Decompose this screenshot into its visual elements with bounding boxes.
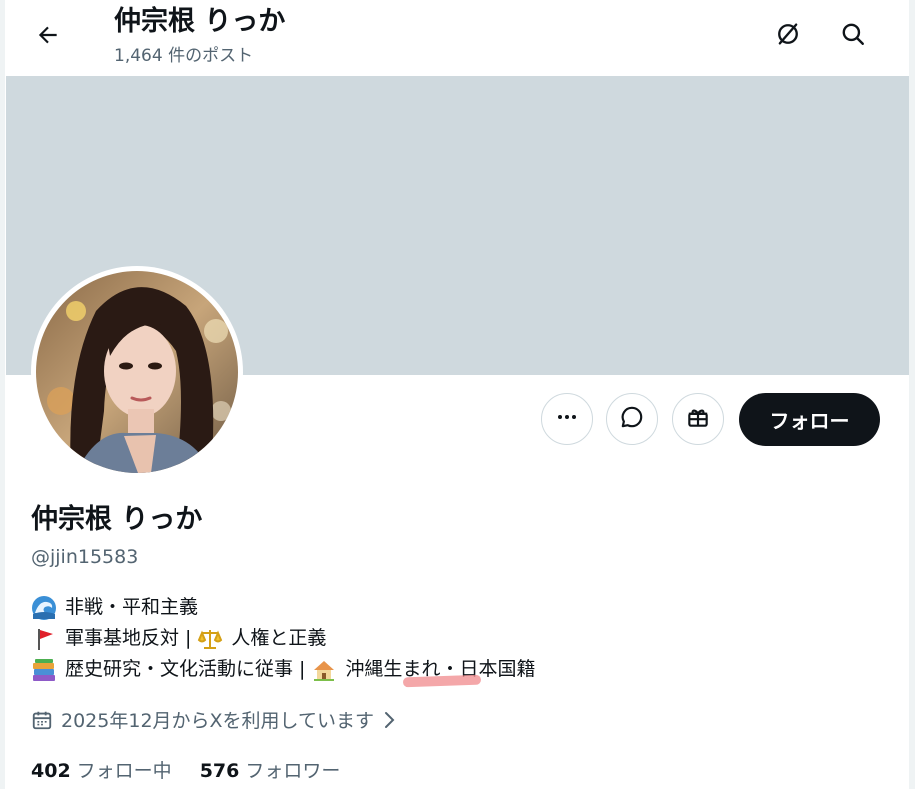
- house-emoji: [311, 657, 337, 683]
- header-title-block: 仲宗根 りっか 1,464 件のポスト: [114, 4, 285, 69]
- profile-handle: @jjin15583: [31, 546, 139, 568]
- gift-button[interactable]: [672, 393, 724, 445]
- profile-name: 仲宗根 りっか: [31, 504, 203, 535]
- bio-text-human-rights: 人権と正義: [231, 627, 327, 649]
- more-icon: [555, 405, 579, 433]
- bio-text-peace: 非戦・平和主義: [65, 596, 199, 618]
- follow-button[interactable]: フォロー: [739, 393, 880, 446]
- bio-separator: |: [185, 627, 192, 649]
- bio-line: 非戦・平和主義: [31, 592, 535, 623]
- highlight-marker: [402, 674, 482, 688]
- translate-button[interactable]: [768, 16, 808, 56]
- followers-label: フォロワー: [245, 760, 341, 782]
- following-link[interactable]: 402 フォロー中: [31, 756, 172, 783]
- calendar-icon: [31, 709, 53, 731]
- joined-date[interactable]: 2025年12月からXを利用しています: [31, 706, 398, 733]
- balance-scale-emoji: [197, 626, 223, 652]
- follow-stats: 402 フォロー中 576 フォロワー: [31, 756, 368, 783]
- page-frame-left: [0, 0, 5, 789]
- red-flag-emoji: [31, 626, 57, 652]
- translate-off-icon: [774, 20, 802, 52]
- bio-text-anti-base: 軍事基地反対: [65, 627, 180, 649]
- avatar[interactable]: [31, 266, 243, 478]
- more-button[interactable]: [541, 393, 593, 445]
- following-count: 402: [31, 760, 71, 782]
- bio-separator: |: [299, 658, 306, 680]
- chevron-right-icon: [380, 709, 398, 731]
- search-icon: [840, 21, 866, 51]
- page-frame-right: [909, 0, 915, 789]
- message-icon: [619, 404, 645, 434]
- bio-text-okinawa: 沖縄生: [345, 658, 403, 680]
- books-emoji: [31, 657, 57, 683]
- bio-text-history: 歴史研究・文化活動に従事: [65, 658, 294, 680]
- followers-count: 576: [199, 760, 240, 782]
- followers-link[interactable]: 576 フォロワー: [200, 756, 341, 783]
- avatar-photo: [36, 271, 238, 473]
- back-button[interactable]: [28, 17, 68, 57]
- profile-bio: 非戦・平和主義 軍事基地反対 | 人権と正義 歴史研究・文化活動に従事 | 沖縄…: [31, 592, 535, 688]
- following-label: フォロー中: [76, 760, 172, 782]
- profile-header: 仲宗根 りっか 1,464 件のポスト: [6, 0, 909, 76]
- message-button[interactable]: [606, 393, 658, 445]
- joined-text: 2025年12月からXを利用しています: [61, 710, 374, 732]
- search-button[interactable]: [833, 16, 873, 56]
- arrow-left-icon: [35, 22, 61, 52]
- gift-icon: [685, 404, 711, 434]
- post-count: 1,464 件のポスト: [114, 46, 254, 66]
- wave-emoji: [31, 595, 57, 621]
- header-title: 仲宗根 りっか: [114, 6, 286, 37]
- bio-line: 軍事基地反対 | 人権と正義: [31, 623, 535, 654]
